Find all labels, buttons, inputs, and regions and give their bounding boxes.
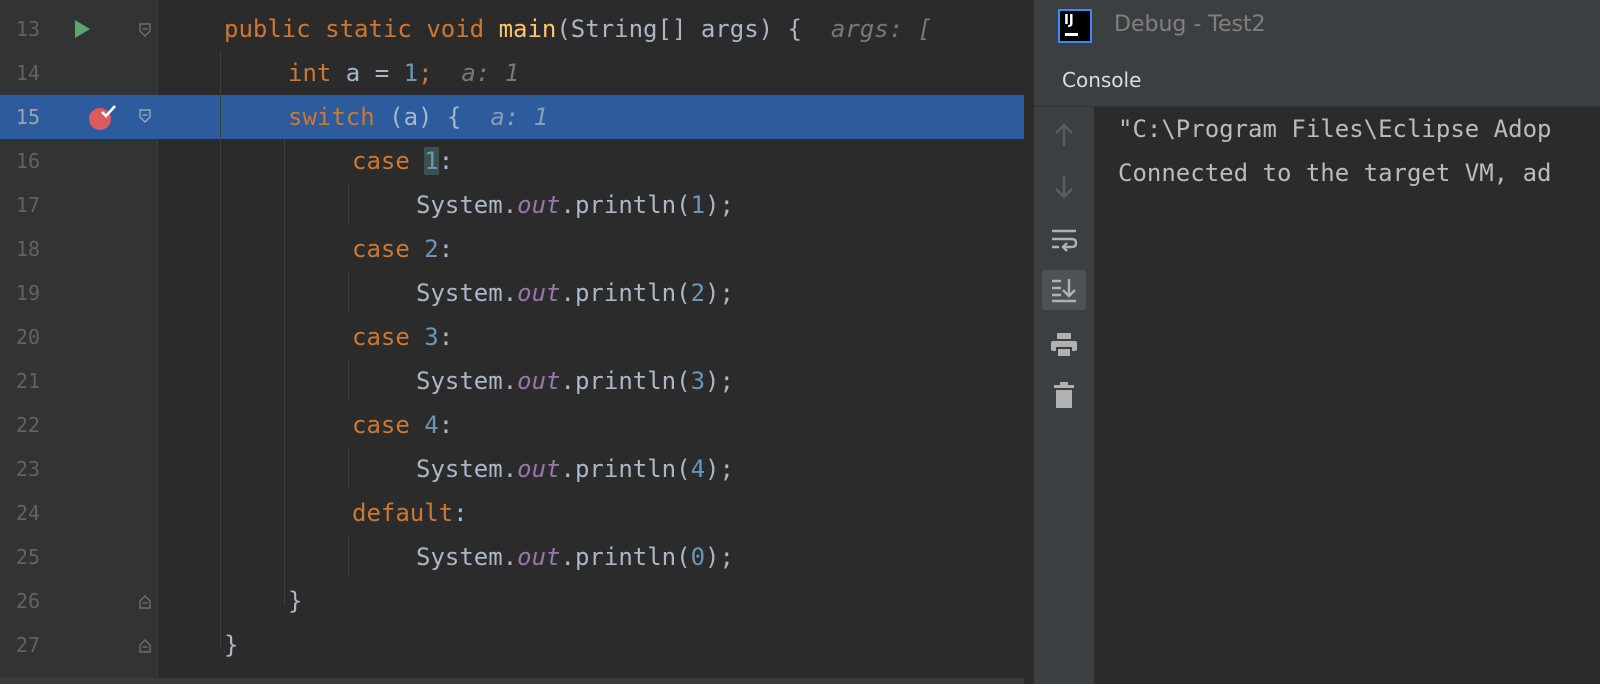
print-icon[interactable]	[1042, 325, 1086, 365]
code-line-18[interactable]: 18 case 2:	[0, 227, 1024, 271]
code-text: switch (a) { a: 1	[288, 103, 549, 131]
fold-marker-icon[interactable]	[139, 639, 151, 653]
console-toolbar	[1034, 107, 1094, 684]
code-line-16[interactable]: 16 case 1:	[0, 139, 1024, 183]
indent-guide	[348, 183, 349, 223]
code-text: int a = 1; a: 1	[288, 59, 520, 87]
code-text: case 3:	[352, 323, 454, 351]
indent-guide	[348, 447, 349, 487]
breakpoint-verified-icon[interactable]	[88, 103, 118, 131]
line-number: 15	[15, 105, 40, 129]
line-number: 24	[15, 501, 40, 525]
inline-value-hint: args: [	[830, 15, 933, 43]
code-line-13[interactable]: 13 public static void main(String[] args…	[0, 7, 1024, 51]
line-number: 16	[15, 149, 40, 173]
line-number: 18	[15, 237, 40, 261]
code-line-15-current[interactable]: 15 switch (a) { a: 1	[0, 95, 1024, 139]
soft-wrap-icon[interactable]	[1042, 220, 1086, 260]
scroll-to-end-icon[interactable]	[1042, 270, 1086, 310]
debug-tool-window[interactable]: IJ Debug - Test2 Console "C:\Program Fil…	[1034, 0, 1600, 684]
code-text: System.out.println(2);	[416, 279, 734, 307]
code-line-21[interactable]: 21 System.out.println(3);	[0, 359, 1024, 403]
inline-value-hint: a: 1	[461, 59, 520, 87]
line-number: 27	[15, 633, 40, 657]
indent-guide	[348, 271, 349, 311]
tab-console[interactable]: Console	[1062, 58, 1141, 102]
line-number: 17	[15, 193, 40, 217]
code-line-25[interactable]: 25 System.out.println(0);	[0, 535, 1024, 579]
code-text: case 2:	[352, 235, 454, 263]
run-arrow-icon[interactable]	[72, 19, 92, 39]
fold-marker-icon[interactable]	[139, 595, 151, 609]
code-text: public static void main(String[] args) {…	[224, 15, 933, 43]
code-line-17[interactable]: 17 System.out.println(1);	[0, 183, 1024, 227]
code-text: System.out.println(3);	[416, 367, 734, 395]
console-line: "C:\Program Files\Eclipse Adop	[1118, 115, 1552, 143]
code-text: }	[224, 631, 239, 659]
code-line-14[interactable]: 14 int a = 1; a: 1	[0, 51, 1024, 95]
console-line: Connected to the target VM, ad	[1118, 159, 1552, 187]
line-number: 13	[15, 17, 40, 41]
line-number: 20	[15, 325, 40, 349]
code-text: System.out.println(0);	[416, 543, 734, 571]
inline-value-hint: a: 1	[490, 103, 549, 131]
code-line-20[interactable]: 20 case 3:	[0, 315, 1024, 359]
code-line-26[interactable]: 26 }	[0, 579, 1024, 623]
line-number: 26	[15, 589, 40, 613]
code-text: default:	[352, 499, 468, 527]
debug-title-bar: IJ Debug - Test2	[1034, 0, 1600, 50]
trash-icon[interactable]	[1042, 375, 1086, 415]
line-number: 21	[15, 369, 40, 393]
indent-guide	[220, 51, 221, 649]
fold-marker-icon[interactable]	[139, 109, 151, 123]
intellij-logo-icon: IJ	[1058, 9, 1092, 43]
console-output[interactable]: "C:\Program Files\Eclipse Adop Connected…	[1094, 107, 1600, 684]
code-text: case 4:	[352, 411, 454, 439]
line-number: 19	[15, 281, 40, 305]
line-number: 25	[15, 545, 40, 569]
fold-marker-icon[interactable]	[139, 23, 151, 37]
indent-guide	[348, 359, 349, 399]
code-editor[interactable]: 13 public static void main(String[] args…	[0, 0, 1024, 684]
line-number: 22	[15, 413, 40, 437]
indent-guide	[284, 139, 285, 605]
code-line-19[interactable]: 19 System.out.println(2);	[0, 271, 1024, 315]
code-line-27[interactable]: 27 }	[0, 623, 1024, 667]
code-text: case 1:	[352, 147, 454, 175]
code-line-24[interactable]: 24 default:	[0, 491, 1024, 535]
code-line-23[interactable]: 23 System.out.println(4);	[0, 447, 1024, 491]
code-line-22[interactable]: 22 case 4:	[0, 403, 1024, 447]
code-text: }	[288, 587, 303, 615]
down-arrow-icon[interactable]	[1042, 167, 1086, 207]
indent-guide	[348, 535, 349, 575]
line-number: 14	[15, 61, 40, 85]
code-text: System.out.println(1);	[416, 191, 734, 219]
debug-window-title: Debug - Test2	[1114, 12, 1266, 37]
code-text: System.out.println(4);	[416, 455, 734, 483]
editor-horizontal-scrollbar[interactable]	[0, 678, 1024, 684]
line-number: 23	[15, 457, 40, 481]
up-arrow-icon[interactable]	[1042, 115, 1086, 155]
